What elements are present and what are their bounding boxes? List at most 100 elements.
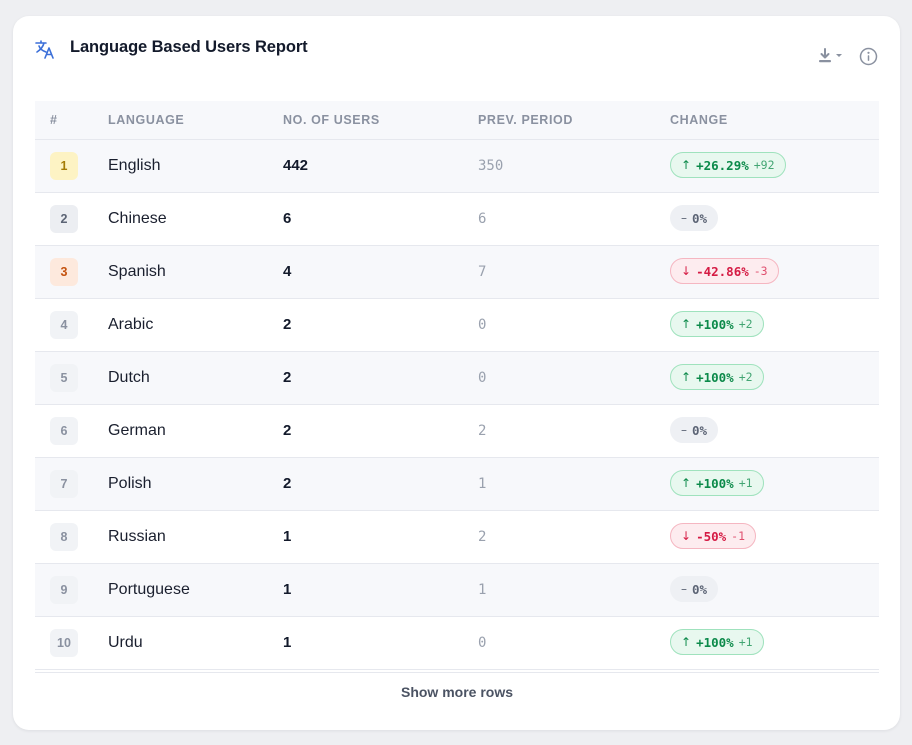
chevron-down-icon [836,54,842,57]
prev-period-count: 6 [478,211,487,227]
change-badge: ↑ +100% +1 [670,629,764,655]
users-count: 1 [283,634,292,651]
users-count: 2 [283,369,292,386]
language-name: Arabic [108,316,154,333]
users-count: 1 [283,581,292,598]
change-delta: +92 [753,158,775,172]
table-row[interactable]: 10 Urdu 1 0 ↑ +100% +1 [35,617,879,670]
change-percent: 0% [692,422,708,438]
users-count: 2 [283,316,292,333]
change-delta: -1 [731,529,746,543]
users-count: 2 [283,475,292,492]
report-card: Language Based Users Report # LANGUAGE N… [13,16,900,730]
prev-period-count: 0 [478,317,487,333]
users-count: 6 [283,210,292,227]
card-header: Language Based Users Report [13,16,900,96]
download-icon [819,48,842,63]
rank-badge: 5 [50,364,78,392]
language-name: English [108,157,161,174]
table-row[interactable]: 8 Russian 1 2 ↓ -50% -1 [35,511,879,564]
rank-badge: 1 [50,152,78,180]
table-row[interactable]: 1 English 442 350 ↑ +26.29% +92 [35,140,879,193]
rank-badge: 7 [50,470,78,498]
language-name: Spanish [108,263,166,280]
change-percent: +100% [696,316,734,332]
language-name: German [108,422,166,439]
trend-up-icon: ↑ [681,317,692,331]
change-delta: +1 [738,635,753,649]
table-row[interactable]: 3 Spanish 4 7 ↓ -42.86% -3 [35,246,879,299]
change-badge: ↓ -42.86% -3 [670,258,779,284]
trend-up-icon: ↑ [681,158,692,172]
rank-badge: 4 [50,311,78,339]
users-table: # LANGUAGE NO. OF USERS PREV. PERIOD CHA… [35,101,879,670]
prev-period-count: 2 [478,529,487,545]
change-badge: –0% [670,576,719,602]
table-footer: Show more rows [35,672,879,711]
language-name: Dutch [108,369,150,386]
language-name: Chinese [108,210,167,227]
table-row[interactable]: 9 Portuguese 1 1 –0% [35,564,879,617]
column-rank: # [50,113,58,127]
rank-badge: 2 [50,205,78,233]
table-row[interactable]: 5 Dutch 2 0 ↑ +100% +2 [35,352,879,405]
table-body: 1 English 442 350 ↑ +26.29% +92 2 Chinese 6 6–0% 3 S… [35,140,879,670]
column-language[interactable]: LANGUAGE [108,113,184,127]
rank-badge: 3 [50,258,78,286]
trend-flat-icon: – [681,582,687,596]
change-percent: +100% [696,369,734,385]
trend-flat-icon: – [681,423,687,437]
prev-period-count: 1 [478,582,487,598]
show-more-button[interactable]: Show more rows [377,683,537,701]
trend-down-icon: ↓ [681,529,692,543]
trend-flat-icon: – [681,211,687,225]
download-menu-button[interactable] [817,46,849,66]
change-delta: +2 [738,317,753,331]
users-count: 4 [283,263,292,280]
info-icon[interactable] [859,47,878,66]
users-count: 442 [283,157,309,174]
change-delta: +2 [738,370,753,384]
column-prev-period[interactable]: PREV. PERIOD [478,113,573,127]
change-badge: ↑ +26.29% +92 [670,152,786,178]
prev-period-count: 1 [478,476,487,492]
table-row[interactable]: 2 Chinese 6 6 –0% [35,193,879,246]
change-percent: -42.86% [696,263,749,279]
prev-period-count: 7 [478,264,487,280]
language-name: Polish [108,475,152,492]
change-delta: -3 [753,264,768,278]
change-percent: -50% [696,528,727,544]
language-name: Urdu [108,634,143,651]
rank-badge: 8 [50,523,78,551]
prev-period-count: 350 [478,158,504,174]
trend-up-icon: ↑ [681,635,692,649]
table-header: # LANGUAGE NO. OF USERS PREV. PERIOD CHA… [35,101,879,140]
column-users[interactable]: NO. OF USERS [283,113,380,127]
change-badge: –0% [670,205,719,231]
change-percent: +26.29% [696,157,749,173]
change-delta: +1 [738,476,753,490]
trend-up-icon: ↑ [681,370,692,384]
change-percent: 0% [692,581,708,597]
rank-badge: 10 [50,629,78,657]
prev-period-count: 2 [478,423,487,439]
users-count: 2 [283,422,292,439]
change-badge: ↑ +100% +2 [670,364,764,390]
language-name: Russian [108,528,166,545]
prev-period-count: 0 [478,370,487,386]
change-percent: +100% [696,634,734,650]
change-badge: –0% [670,417,719,443]
page-title: Language Based Users Report [70,38,308,56]
rank-badge: 9 [50,576,78,604]
table-row[interactable]: 4 Arabic 2 0 ↑ +100% +2 [35,299,879,352]
translate-icon [35,40,54,59]
table-row[interactable]: 6 German 2 2 –0% [35,405,879,458]
rank-badge: 6 [50,417,78,445]
change-badge: ↑ +100% +1 [670,470,764,496]
change-percent: 0% [692,210,708,226]
column-change[interactable]: CHANGE [670,113,728,127]
change-percent: +100% [696,475,734,491]
change-badge: ↓ -50% -1 [670,523,757,549]
trend-up-icon: ↑ [681,476,692,490]
table-row[interactable]: 7 Polish 2 1 ↑ +100% +1 [35,458,879,511]
